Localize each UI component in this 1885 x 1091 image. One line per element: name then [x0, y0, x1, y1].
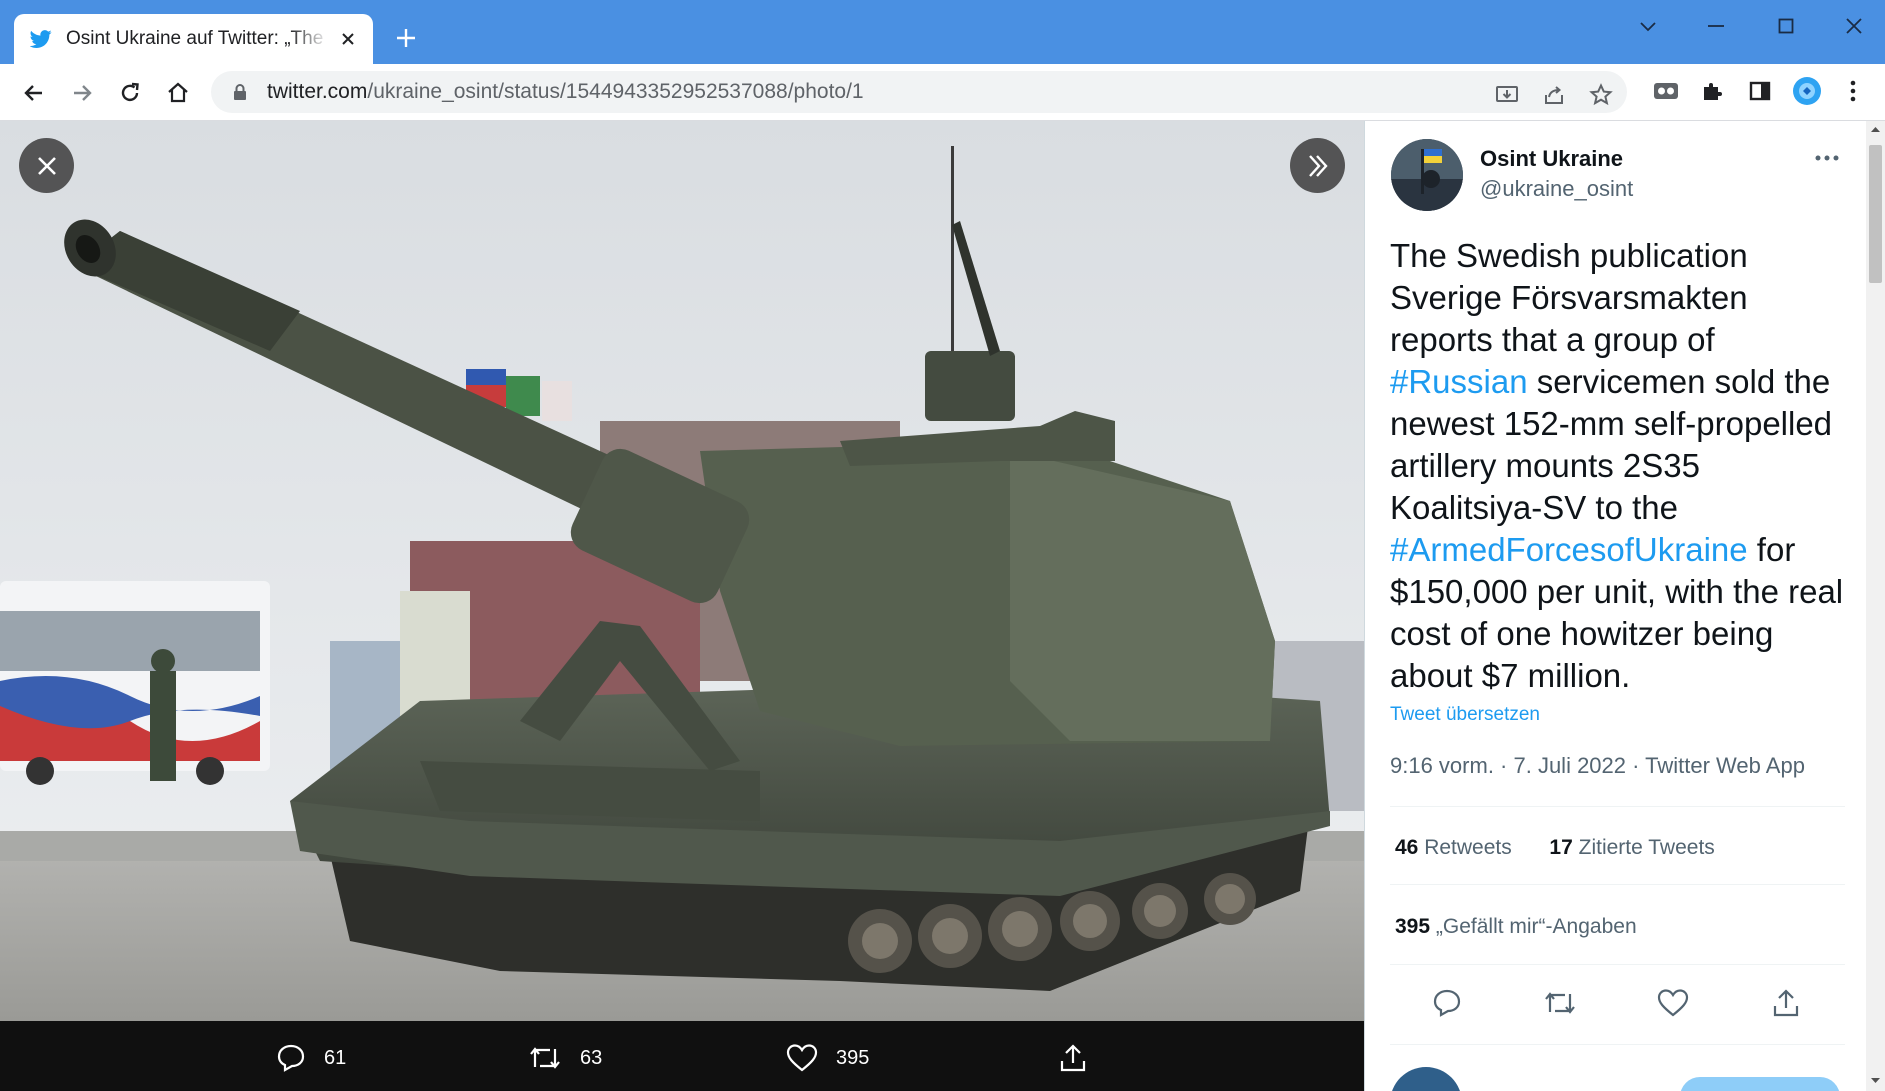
url-text: twitter.com/ukraine_osint/status/1544943…: [267, 80, 864, 103]
heart-icon: [1657, 989, 1689, 1017]
reload-icon[interactable]: [115, 78, 145, 108]
divider: [1390, 1044, 1845, 1045]
retweet-button[interactable]: [1540, 983, 1580, 1023]
install-app-icon[interactable]: [1494, 82, 1520, 108]
reply-bubble-icon: [277, 1044, 305, 1072]
tweet-timestamp: 9:16 vorm. · 7. Juli 2022 · Twitter Web …: [1390, 753, 1805, 778]
home-icon[interactable]: [163, 78, 193, 108]
back-arrow-icon[interactable]: [19, 78, 49, 108]
maximize-icon[interactable]: [1766, 12, 1806, 40]
close-photo-button[interactable]: [19, 138, 74, 193]
tab-close-icon[interactable]: [337, 28, 359, 50]
divider: [1390, 884, 1845, 885]
hashtag-russian-link[interactable]: #Russian: [1390, 363, 1528, 400]
share-icon[interactable]: [1541, 82, 1567, 108]
photo-retweet-count: 63: [580, 1046, 603, 1069]
retweet-icon: [530, 1047, 560, 1069]
photo-share-button[interactable]: [1058, 1043, 1106, 1073]
photo-like-button[interactable]: 395: [786, 1043, 869, 1073]
photo-retweet-button[interactable]: 63: [528, 1043, 602, 1073]
retweets-stat-link[interactable]: 46 Retweets: [1395, 836, 1512, 859]
page-scrollbar[interactable]: [1866, 121, 1885, 1091]
browser-tab-strip: Osint Ukraine auf Twitter: „The Swedish …: [0, 0, 1885, 64]
scroll-down-arrow-icon[interactable]: [1866, 1071, 1885, 1089]
forward-arrow-icon[interactable]: [67, 78, 97, 108]
share-upload-icon: [1060, 1044, 1086, 1072]
author-avatar[interactable]: [1391, 139, 1463, 211]
share-button[interactable]: [1766, 983, 1806, 1023]
window-close-icon[interactable]: [1834, 12, 1874, 40]
lock-icon: [234, 84, 246, 100]
divider: [1390, 806, 1845, 807]
likes-stat-link[interactable]: 395 „Gefällt mir“-Angaben: [1395, 915, 1637, 939]
minimize-icon[interactable]: [1696, 12, 1736, 40]
photo-reply-button[interactable]: 61: [276, 1043, 346, 1073]
reply-author-avatar[interactable]: [1390, 1067, 1462, 1091]
browser-toolbar: twitter.com/ukraine_osint/status/1544943…: [0, 64, 1885, 121]
quote-tweets-stat-link[interactable]: 17 Zitierte Tweets: [1549, 836, 1714, 859]
scroll-up-arrow-icon[interactable]: [1866, 121, 1885, 139]
expand-panel-button[interactable]: [1290, 138, 1345, 193]
reading-list-icon[interactable]: [1745, 76, 1775, 106]
photo-viewer: 61 63 395: [0, 121, 1364, 1091]
reader-extension-icon[interactable]: [1651, 76, 1681, 106]
photo-reply-count: 61: [324, 1046, 347, 1069]
translate-tweet-link[interactable]: Tweet übersetzen: [1390, 704, 1540, 726]
twitter-bird-icon: [30, 30, 52, 48]
extensions-puzzle-icon[interactable]: [1697, 76, 1727, 106]
reply-bubble-icon: [1433, 989, 1461, 1017]
divider: [1390, 964, 1845, 965]
hashtag-armed-forces-link[interactable]: #ArmedForcesofUkraine: [1390, 531, 1748, 568]
tweet-text: The Swedish publication Sverige Försvars…: [1390, 237, 1844, 694]
tab-title: Osint Ukraine auf Twitter: „The Swedish …: [66, 28, 329, 49]
close-icon: [37, 156, 56, 175]
double-chevron-right-icon: [1308, 154, 1328, 177]
author-name[interactable]: Osint Ukraine: [1480, 146, 1623, 172]
address-bar[interactable]: twitter.com/ukraine_osint/status/1544943…: [211, 71, 1627, 113]
retweet-icon: [1545, 992, 1575, 1014]
like-button[interactable]: [1653, 983, 1693, 1023]
tab-search-chevron-icon[interactable]: [1628, 12, 1668, 40]
follow-button-partial[interactable]: [1680, 1077, 1840, 1091]
more-options-icon[interactable]: [1812, 146, 1842, 170]
photo-like-count: 395: [836, 1046, 870, 1069]
tweet-stats-row: 46 Retweets 17 Zitierte Tweets: [1395, 836, 1715, 860]
profile-avatar-icon[interactable]: [1792, 76, 1822, 106]
photo-action-bar: 61 63 395: [0, 1021, 1364, 1091]
browser-menu-icon[interactable]: [1838, 76, 1868, 106]
author-handle[interactable]: @ukraine_osint: [1480, 176, 1633, 202]
scroll-thumb[interactable]: [1869, 145, 1882, 283]
new-tab-plus-icon[interactable]: [392, 24, 420, 52]
share-upload-icon: [1773, 989, 1799, 1017]
reply-button[interactable]: [1427, 983, 1467, 1023]
bookmark-star-icon[interactable]: [1588, 82, 1614, 108]
browser-tab[interactable]: Osint Ukraine auf Twitter: „The Swedish …: [14, 14, 373, 64]
heart-icon: [786, 1044, 818, 1072]
artillery-photo: [0, 121, 1364, 1021]
tweet-panel: Osint Ukraine @ukraine_osint The Swedish…: [1364, 121, 1866, 1091]
